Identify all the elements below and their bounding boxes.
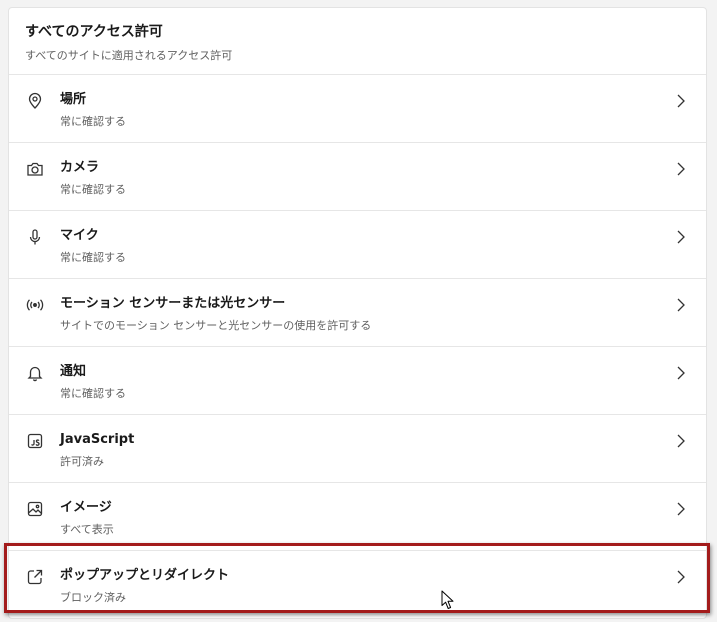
site-permissions-card: すべてのアクセス許可 すべてのサイトに適用されるアクセス許可 場所 常に確認する… bbox=[8, 7, 707, 619]
chevron-right-icon bbox=[674, 93, 686, 109]
chevron-right-icon bbox=[674, 569, 686, 585]
permission-title: ポップアップとリダイレクト bbox=[60, 568, 230, 583]
image-icon bbox=[26, 500, 44, 518]
permission-title: イメージ bbox=[60, 500, 112, 515]
permission-status: 常に確認する bbox=[60, 251, 126, 264]
permission-status: 常に確認する bbox=[60, 115, 126, 128]
mouse-cursor-icon bbox=[441, 590, 455, 610]
chevron-right-icon bbox=[674, 501, 686, 517]
camera-icon bbox=[26, 160, 44, 178]
permission-title: カメラ bbox=[60, 160, 100, 175]
permission-row-popups-redirects[interactable]: ポップアップとリダイレクト ブロック済み bbox=[9, 551, 706, 618]
page-title: すべてのアクセス許可 bbox=[25, 24, 163, 40]
permission-row-motion-sensors[interactable]: モーション センサーまたは光センサー サイトでのモーション センサーと光センサー… bbox=[9, 279, 706, 347]
permission-title: モーション センサーまたは光センサー bbox=[60, 296, 286, 311]
permission-title: JavaScript bbox=[60, 432, 135, 447]
chevron-right-icon bbox=[674, 365, 686, 381]
permission-row-images[interactable]: イメージ すべて表示 bbox=[9, 483, 706, 551]
external-link-icon bbox=[26, 568, 44, 586]
permission-status: ブロック済み bbox=[60, 591, 126, 604]
chevron-right-icon bbox=[674, 229, 686, 245]
permission-row-location[interactable]: 場所 常に確認する bbox=[9, 75, 706, 143]
permission-title: マイク bbox=[60, 228, 99, 243]
permission-title: 場所 bbox=[60, 92, 87, 107]
permission-row-camera[interactable]: カメラ 常に確認する bbox=[9, 143, 706, 211]
permission-status: 常に確認する bbox=[60, 387, 126, 400]
page-subtitle: すべてのサイトに適用されるアクセス許可 bbox=[25, 49, 233, 62]
location-pin-icon bbox=[26, 92, 44, 110]
permission-row-javascript[interactable]: JavaScript 許可済み bbox=[9, 415, 706, 483]
javascript-icon bbox=[26, 432, 44, 450]
microphone-icon bbox=[26, 228, 44, 246]
permission-title: 通知 bbox=[60, 364, 87, 379]
chevron-right-icon bbox=[674, 297, 686, 313]
permission-row-microphone[interactable]: マイク 常に確認する bbox=[9, 211, 706, 279]
chevron-right-icon bbox=[674, 433, 686, 449]
permission-status: 常に確認する bbox=[60, 183, 126, 196]
permission-status: すべて表示 bbox=[60, 523, 114, 536]
permissions-header: すべてのアクセス許可 すべてのサイトに適用されるアクセス許可 bbox=[9, 8, 706, 75]
chevron-right-icon bbox=[674, 161, 686, 177]
permission-row-notifications[interactable]: 通知 常に確認する bbox=[9, 347, 706, 415]
permission-status: サイトでのモーション センサーと光センサーの使用を許可する bbox=[60, 319, 372, 332]
bell-icon bbox=[26, 364, 44, 382]
motion-sensor-icon bbox=[26, 296, 44, 314]
permission-status: 許可済み bbox=[60, 455, 104, 468]
